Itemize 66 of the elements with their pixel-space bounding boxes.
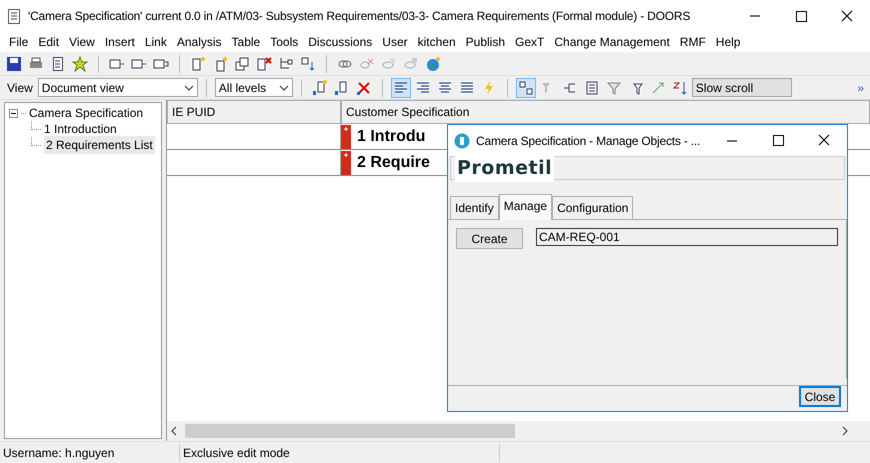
status-text: Exclusive edit mode: [180, 444, 500, 462]
caret-icon: [278, 84, 289, 92]
list-icon[interactable]: [584, 80, 600, 96]
tree-item[interactable]: Camera Specification: [29, 104, 144, 122]
save-icon[interactable]: [6, 56, 22, 72]
page-icon[interactable]: [50, 56, 66, 72]
overflow-button[interactable]: »: [857, 78, 864, 96]
delete-object-icon[interactable]: [256, 56, 272, 72]
globe-icon[interactable]: [425, 56, 441, 72]
menu-item[interactable]: User: [377, 33, 413, 51]
tree-item[interactable]: 1 Introduction: [44, 120, 117, 138]
scrollbar-thumb[interactable]: [185, 424, 515, 438]
menu-item[interactable]: Table: [226, 33, 266, 51]
column-header[interactable]: IE PUID: [167, 100, 341, 124]
menu-item[interactable]: Help: [710, 33, 746, 51]
menu-item[interactable]: Analysis: [172, 33, 227, 51]
copy-icon[interactable]: [234, 56, 250, 72]
tab[interactable]: Manage: [498, 194, 552, 220]
new-object-icon[interactable]: [190, 56, 206, 72]
menu-item[interactable]: View: [64, 33, 100, 51]
menu-item[interactable]: Discussions: [303, 33, 378, 51]
close-button[interactable]: Close: [799, 386, 841, 407]
menu-item[interactable]: Insert: [100, 33, 140, 51]
level-icon[interactable]: [312, 80, 328, 96]
heading-marker-icon: [341, 150, 351, 174]
menu-item[interactable]: Edit: [33, 33, 64, 51]
view-dropdown[interactable]: Document view: [38, 78, 198, 97]
menu-item[interactable]: kitchen: [412, 33, 461, 51]
menu-item[interactable]: Tools: [265, 33, 304, 51]
logo: Prometil: [455, 154, 554, 182]
menu-item[interactable]: Publish: [460, 33, 510, 51]
heading-text: 2 Require: [357, 152, 430, 172]
document-icon: [8, 8, 20, 24]
menu-item[interactable]: Link: [140, 33, 172, 51]
align-right-icon[interactable]: [414, 80, 431, 96]
justify-icon[interactable]: [458, 80, 475, 96]
heading-marker-icon: [341, 124, 351, 148]
levels-dropdown[interactable]: All levels: [214, 78, 293, 97]
menu-item[interactable]: Change Management: [549, 33, 675, 51]
collapse-icon[interactable]: [9, 108, 18, 118]
tree-item[interactable]: 2 Requirements List: [44, 136, 155, 154]
caret-icon: [184, 84, 194, 92]
create-button[interactable]: Create: [456, 228, 523, 249]
tab[interactable]: Configuration: [552, 196, 634, 219]
window-title: 'Camera Specification' current 0.0 in /ATM/03- Subsystem Requirements/03-3- Camera Requirements (Formal module) - DOORS: [28, 8, 690, 25]
align-left-icon[interactable]: [390, 78, 411, 98]
align-center-icon[interactable]: [436, 80, 453, 96]
outline-icon[interactable]: [516, 78, 536, 98]
scroll-field[interactable]: Slow scroll: [692, 78, 792, 97]
delete-level-icon[interactable]: [356, 80, 372, 96]
column-header[interactable]: Customer Specification: [341, 100, 870, 124]
app-icon: [454, 132, 470, 148]
sort-icon[interactable]: [672, 80, 688, 96]
status-text: Username: h.nguyen: [0, 444, 180, 462]
view-label: View: [7, 80, 33, 96]
dialog-title: Camera Specification - Manage Objects - ...: [476, 132, 700, 150]
heading-text: 1 Introdu: [357, 126, 426, 146]
tab[interactable]: Identify: [450, 196, 499, 219]
menu-item[interactable]: GexT: [510, 33, 550, 51]
menu-item[interactable]: RMF: [674, 33, 711, 51]
funnel-icon[interactable]: [606, 80, 622, 96]
object-id-field[interactable]: CAM-REQ-001: [536, 228, 838, 246]
move-down-icon[interactable]: [300, 56, 316, 72]
menu-item[interactable]: File: [4, 33, 34, 51]
star-icon[interactable]: [72, 56, 88, 72]
hierarchy-icon[interactable]: [278, 56, 294, 72]
